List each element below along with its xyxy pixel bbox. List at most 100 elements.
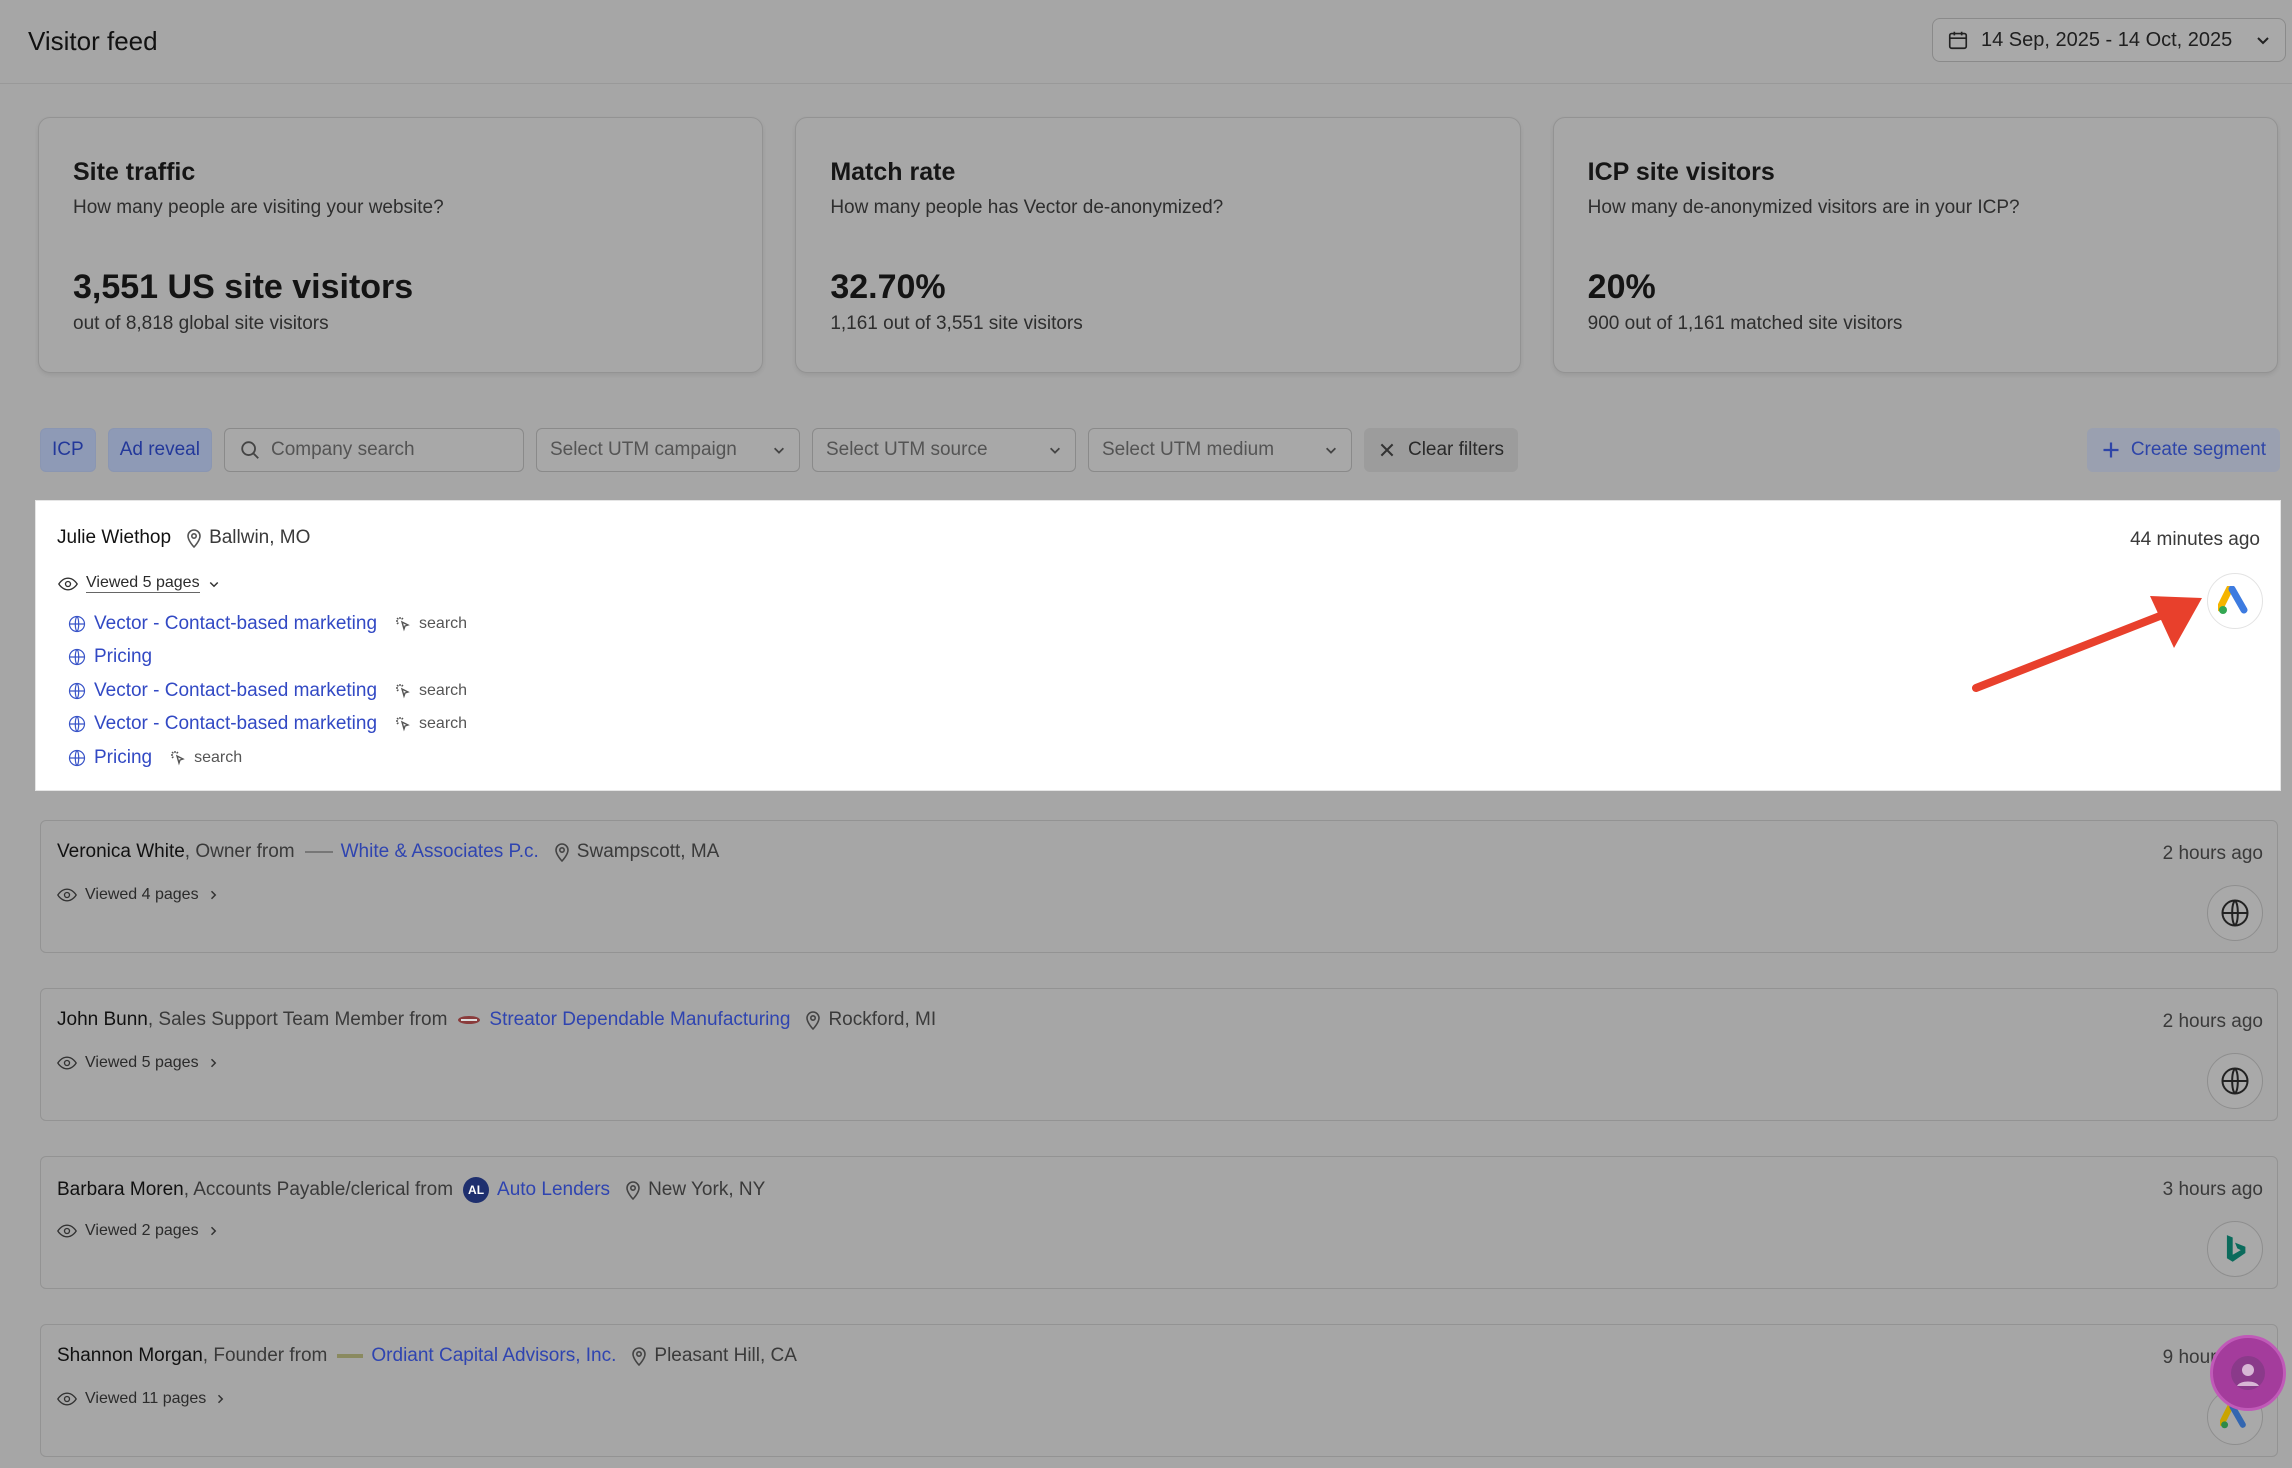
page-header: Visitor feed 14 Sep, 2025 - 14 Oct, 2025 [0, 0, 2292, 84]
card-value: 32.70% [830, 268, 946, 306]
page-link[interactable]: Vector - Contact-based marketing [94, 613, 377, 635]
traffic-source-label: search [419, 715, 468, 733]
utm-medium-select[interactable]: Select UTM medium [1087, 428, 1352, 472]
location-pin-icon [554, 843, 569, 862]
traffic-source-label: search [419, 614, 468, 632]
viewed-pages-toggle[interactable]: Viewed 4 pages [57, 886, 219, 904]
create-segment-label: Create segment [2130, 439, 2266, 460]
visitor-headline: Veronica White , Owner from White & Asso… [57, 841, 719, 863]
traffic-source-label: search [194, 748, 243, 766]
bing-icon [2226, 1235, 2246, 1262]
visitor-role: , Accounts Payable/clerical from [183, 1179, 454, 1200]
company-search-field[interactable] [223, 428, 524, 472]
globe-icon [68, 749, 86, 766]
location-text: Pleasant Hill, CA [654, 1345, 797, 1366]
card-title: Site traffic [73, 158, 196, 186]
icp-filter-chip[interactable]: ICP [40, 428, 96, 472]
cursor-click-icon [171, 750, 185, 766]
close-icon [1380, 443, 1394, 457]
visitor-role: , Sales Support Team Member from [147, 1009, 448, 1030]
card-subtitle: How many people has Vector de-anonymized… [830, 197, 1224, 218]
page-link[interactable]: Vector - Contact-based marketing [94, 713, 377, 735]
site-traffic-card: Site traffic How many people are visitin… [38, 117, 764, 373]
search-icon [241, 441, 259, 459]
visitor-row[interactable]: Shannon Morgan , Founder from Ordiant Ca… [40, 1324, 2278, 1457]
viewed-pages-toggle[interactable]: Viewed 2 pages [57, 1222, 219, 1240]
location-text: Swampscott, MA [576, 841, 720, 862]
filter-bar: ICP Ad reveal Select UTM campaign Select… [40, 427, 2280, 473]
viewed-pages-label: Viewed 2 pages [85, 1222, 199, 1239]
company-link[interactable]: Streator Dependable Manufacturing [489, 1009, 790, 1031]
traffic-source-badge[interactable] [2207, 1053, 2263, 1109]
visitor-row[interactable]: Veronica White , Owner from White & Asso… [40, 820, 2278, 953]
location-text: Ballwin, MO [209, 527, 311, 548]
viewed-pages-label: Viewed 11 pages [85, 1390, 207, 1407]
utm-source-placeholder: Select UTM source [825, 439, 988, 460]
visitor-row[interactable]: Julie Wiethop Ballwin, MO 44 minutes ago… [35, 500, 2281, 791]
chevron-right-icon [210, 1226, 216, 1236]
match-rate-card: Match rate How many people has Vector de… [795, 117, 1521, 373]
utm-medium-placeholder: Select UTM medium [1101, 439, 1275, 460]
card-value: 3,551 US site visitors [73, 268, 414, 306]
create-segment-button[interactable]: Create segment [2086, 428, 2280, 472]
cursor-click-icon [396, 717, 410, 732]
chevron-down-icon [1049, 447, 1060, 454]
company-logo [337, 1354, 364, 1358]
visitor-name: Julie Wiethop [57, 527, 172, 548]
company-logo [304, 851, 333, 853]
cursor-click-icon [396, 683, 410, 699]
card-subtitle: How many people are visiting your websit… [73, 197, 444, 218]
visitor-location: New York, NY [624, 1179, 765, 1201]
visitor-location: Ballwin, MO [185, 527, 310, 549]
visitor-name: Veronica White [57, 841, 185, 862]
location-text: Rockford, MI [828, 1009, 937, 1030]
visitor-name: Shannon Morgan [57, 1345, 203, 1366]
viewed-pages-toggle[interactable]: Viewed 5 pages [58, 574, 220, 593]
icp-visitors-card: ICP site visitors How many de-anonymized… [1552, 117, 2278, 373]
visitor-headline: Julie Wiethop Ballwin, MO [57, 527, 310, 549]
location-text: New York, NY [648, 1179, 766, 1200]
visitor-name: Barbara Moren [57, 1179, 184, 1200]
assistant-avatar-icon [2231, 1356, 2265, 1390]
company-search-input[interactable] [270, 439, 501, 461]
traffic-source-badge[interactable] [2207, 573, 2263, 629]
date-range-picker[interactable]: 14 Sep, 2025 - 14 Oct, 2025 [1932, 18, 2286, 62]
visitor-headline: Barbara Moren , Accounts Payable/clerica… [57, 1177, 765, 1203]
page-link[interactable]: Pricing [94, 747, 152, 769]
card-note: 900 out of 1,161 matched site visitors [1587, 313, 1903, 334]
ad-reveal-filter-chip[interactable]: Ad reveal [107, 428, 212, 472]
card-note: 1,161 out of 3,551 site visitors [830, 313, 1083, 334]
company-link[interactable]: White & Associates P.c. [341, 841, 539, 863]
chevron-right-icon [210, 890, 216, 900]
page-link[interactable]: Pricing [94, 646, 152, 668]
traffic-source-badge[interactable] [2207, 885, 2263, 941]
visit-time: 44 minutes ago [2130, 529, 2260, 550]
location-pin-icon [187, 529, 201, 548]
company-link[interactable]: Ordiant Capital Advisors, Inc. [371, 1345, 616, 1367]
date-range-value: 14 Sep, 2025 - 14 Oct, 2025 [1981, 28, 2233, 51]
location-pin-icon [806, 1011, 821, 1030]
viewed-pages-toggle[interactable]: Viewed 5 pages [57, 1054, 219, 1072]
clear-filters-button[interactable]: Clear filters [1363, 428, 1519, 472]
page-link[interactable]: Vector - Contact-based marketing [94, 680, 377, 702]
visitor-location: Pleasant Hill, CA [630, 1345, 797, 1367]
viewed-pages-toggle[interactable]: Viewed 11 pages [57, 1390, 226, 1408]
traffic-source: search [395, 615, 467, 633]
company-link[interactable]: Auto Lenders [497, 1179, 610, 1201]
eye-icon [57, 1224, 77, 1238]
utm-campaign-select[interactable]: Select UTM campaign [535, 428, 800, 472]
viewed-pages-label: Viewed 5 pages [86, 574, 200, 593]
visitor-headline: Shannon Morgan , Founder from Ordiant Ca… [57, 1345, 797, 1367]
help-chat-button[interactable] [2210, 1335, 2286, 1411]
card-note: out of 8,818 global site visitors [73, 313, 329, 334]
card-subtitle: How many de-anonymized visitors are in y… [1587, 197, 2020, 218]
visitor-location: Swampscott, MA [553, 841, 720, 863]
annotation-arrow [1972, 596, 2202, 692]
globe-icon [2221, 899, 2249, 927]
utm-source-select[interactable]: Select UTM source [811, 428, 1076, 472]
traffic-source: search [395, 682, 467, 700]
visitor-row[interactable]: John Bunn , Sales Support Team Member fr… [40, 988, 2278, 1121]
visitor-row[interactable]: Barbara Moren , Accounts Payable/clerica… [40, 1156, 2278, 1289]
company-logo: AL [463, 1177, 490, 1203]
traffic-source-badge[interactable] [2207, 1221, 2263, 1277]
